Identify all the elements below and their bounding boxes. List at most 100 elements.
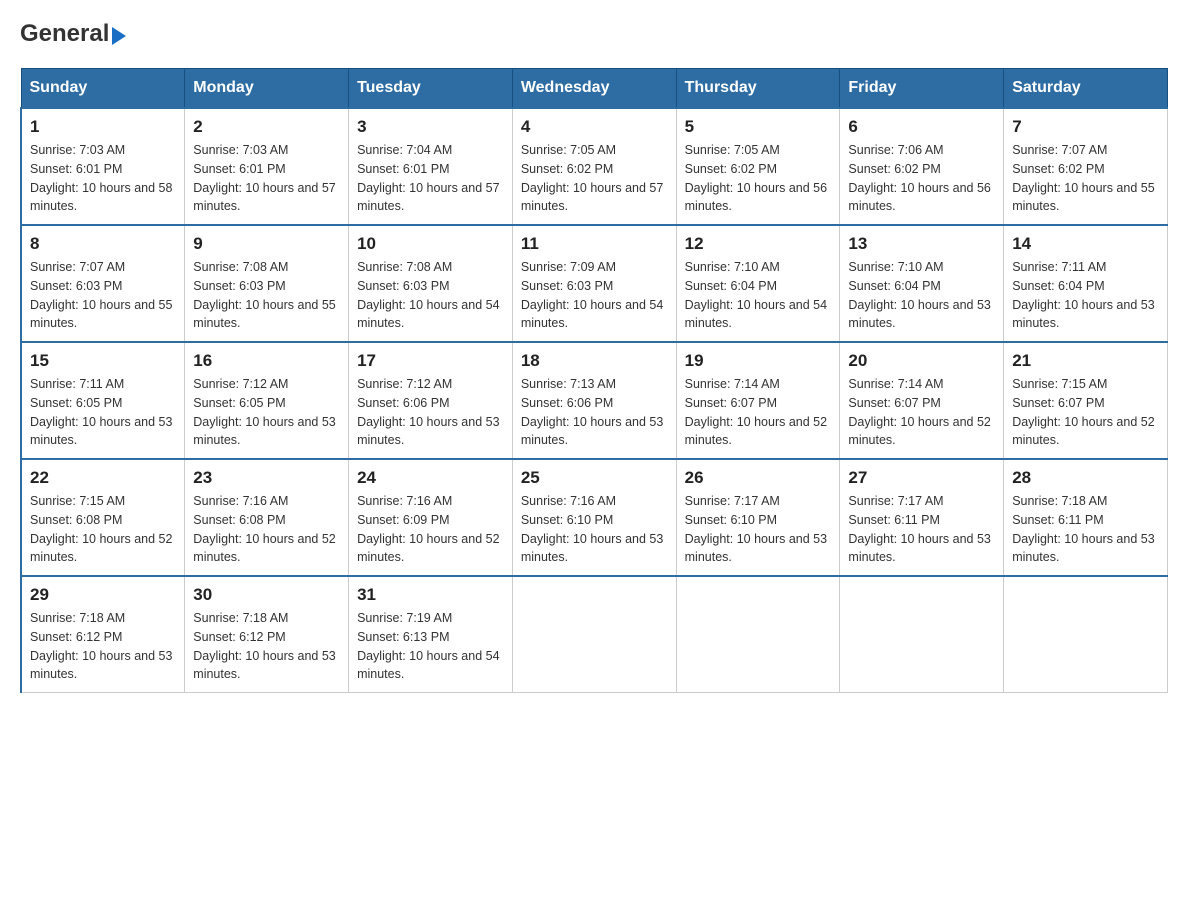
day-info: Sunrise: 7:11 AM Sunset: 6:04 PM Dayligh… <box>1012 258 1159 333</box>
day-number: 7 <box>1012 117 1159 137</box>
calendar-cell: 28 Sunrise: 7:18 AM Sunset: 6:11 PM Dayl… <box>1004 459 1168 576</box>
day-info: Sunrise: 7:16 AM Sunset: 6:10 PM Dayligh… <box>521 492 668 567</box>
calendar-cell: 4 Sunrise: 7:05 AM Sunset: 6:02 PM Dayli… <box>512 108 676 225</box>
header-day-saturday: Saturday <box>1004 69 1168 109</box>
calendar-cell: 13 Sunrise: 7:10 AM Sunset: 6:04 PM Dayl… <box>840 225 1004 342</box>
calendar-cell: 25 Sunrise: 7:16 AM Sunset: 6:10 PM Dayl… <box>512 459 676 576</box>
day-number: 21 <box>1012 351 1159 371</box>
day-number: 18 <box>521 351 668 371</box>
calendar-header: SundayMondayTuesdayWednesdayThursdayFrid… <box>21 69 1168 109</box>
day-number: 14 <box>1012 234 1159 254</box>
calendar-cell: 7 Sunrise: 7:07 AM Sunset: 6:02 PM Dayli… <box>1004 108 1168 225</box>
header-day-friday: Friday <box>840 69 1004 109</box>
day-info: Sunrise: 7:03 AM Sunset: 6:01 PM Dayligh… <box>193 141 340 216</box>
day-number: 31 <box>357 585 504 605</box>
day-number: 20 <box>848 351 995 371</box>
day-number: 22 <box>30 468 176 488</box>
day-info: Sunrise: 7:04 AM Sunset: 6:01 PM Dayligh… <box>357 141 504 216</box>
day-info: Sunrise: 7:07 AM Sunset: 6:03 PM Dayligh… <box>30 258 176 333</box>
calendar-cell: 19 Sunrise: 7:14 AM Sunset: 6:07 PM Dayl… <box>676 342 840 459</box>
calendar-cell: 22 Sunrise: 7:15 AM Sunset: 6:08 PM Dayl… <box>21 459 185 576</box>
calendar-body: 1 Sunrise: 7:03 AM Sunset: 6:01 PM Dayli… <box>21 108 1168 693</box>
day-number: 25 <box>521 468 668 488</box>
calendar-cell <box>840 576 1004 693</box>
day-info: Sunrise: 7:08 AM Sunset: 6:03 PM Dayligh… <box>357 258 504 333</box>
header-day-sunday: Sunday <box>21 69 185 109</box>
calendar-cell: 5 Sunrise: 7:05 AM Sunset: 6:02 PM Dayli… <box>676 108 840 225</box>
calendar-cell: 2 Sunrise: 7:03 AM Sunset: 6:01 PM Dayli… <box>185 108 349 225</box>
calendar-cell: 16 Sunrise: 7:12 AM Sunset: 6:05 PM Dayl… <box>185 342 349 459</box>
day-number: 2 <box>193 117 340 137</box>
day-number: 5 <box>685 117 832 137</box>
day-info: Sunrise: 7:05 AM Sunset: 6:02 PM Dayligh… <box>685 141 832 216</box>
calendar-cell: 17 Sunrise: 7:12 AM Sunset: 6:06 PM Dayl… <box>349 342 513 459</box>
day-number: 29 <box>30 585 176 605</box>
calendar-cell: 23 Sunrise: 7:16 AM Sunset: 6:08 PM Dayl… <box>185 459 349 576</box>
header-day-thursday: Thursday <box>676 69 840 109</box>
day-number: 27 <box>848 468 995 488</box>
calendar-cell: 14 Sunrise: 7:11 AM Sunset: 6:04 PM Dayl… <box>1004 225 1168 342</box>
header-day-monday: Monday <box>185 69 349 109</box>
day-number: 17 <box>357 351 504 371</box>
day-number: 26 <box>685 468 832 488</box>
day-number: 9 <box>193 234 340 254</box>
calendar-cell: 30 Sunrise: 7:18 AM Sunset: 6:12 PM Dayl… <box>185 576 349 693</box>
day-info: Sunrise: 7:12 AM Sunset: 6:06 PM Dayligh… <box>357 375 504 450</box>
day-info: Sunrise: 7:11 AM Sunset: 6:05 PM Dayligh… <box>30 375 176 450</box>
calendar-week-5: 29 Sunrise: 7:18 AM Sunset: 6:12 PM Dayl… <box>21 576 1168 693</box>
calendar-cell: 29 Sunrise: 7:18 AM Sunset: 6:12 PM Dayl… <box>21 576 185 693</box>
calendar-cell: 15 Sunrise: 7:11 AM Sunset: 6:05 PM Dayl… <box>21 342 185 459</box>
day-info: Sunrise: 7:15 AM Sunset: 6:08 PM Dayligh… <box>30 492 176 567</box>
day-number: 23 <box>193 468 340 488</box>
calendar-cell <box>676 576 840 693</box>
day-info: Sunrise: 7:10 AM Sunset: 6:04 PM Dayligh… <box>848 258 995 333</box>
day-number: 16 <box>193 351 340 371</box>
day-info: Sunrise: 7:10 AM Sunset: 6:04 PM Dayligh… <box>685 258 832 333</box>
calendar-cell: 21 Sunrise: 7:15 AM Sunset: 6:07 PM Dayl… <box>1004 342 1168 459</box>
calendar-cell: 11 Sunrise: 7:09 AM Sunset: 6:03 PM Dayl… <box>512 225 676 342</box>
day-info: Sunrise: 7:09 AM Sunset: 6:03 PM Dayligh… <box>521 258 668 333</box>
logo-arrow-icon <box>112 27 126 45</box>
calendar-cell: 1 Sunrise: 7:03 AM Sunset: 6:01 PM Dayli… <box>21 108 185 225</box>
day-number: 10 <box>357 234 504 254</box>
day-info: Sunrise: 7:18 AM Sunset: 6:11 PM Dayligh… <box>1012 492 1159 567</box>
day-info: Sunrise: 7:16 AM Sunset: 6:09 PM Dayligh… <box>357 492 504 567</box>
day-info: Sunrise: 7:14 AM Sunset: 6:07 PM Dayligh… <box>685 375 832 450</box>
day-number: 24 <box>357 468 504 488</box>
day-number: 4 <box>521 117 668 137</box>
day-number: 15 <box>30 351 176 371</box>
calendar-week-1: 1 Sunrise: 7:03 AM Sunset: 6:01 PM Dayli… <box>21 108 1168 225</box>
calendar-cell: 12 Sunrise: 7:10 AM Sunset: 6:04 PM Dayl… <box>676 225 840 342</box>
calendar-cell: 3 Sunrise: 7:04 AM Sunset: 6:01 PM Dayli… <box>349 108 513 225</box>
calendar-cell: 27 Sunrise: 7:17 AM Sunset: 6:11 PM Dayl… <box>840 459 1004 576</box>
day-info: Sunrise: 7:08 AM Sunset: 6:03 PM Dayligh… <box>193 258 340 333</box>
day-info: Sunrise: 7:07 AM Sunset: 6:02 PM Dayligh… <box>1012 141 1159 216</box>
calendar-week-2: 8 Sunrise: 7:07 AM Sunset: 6:03 PM Dayli… <box>21 225 1168 342</box>
day-number: 11 <box>521 234 668 254</box>
calendar-cell: 8 Sunrise: 7:07 AM Sunset: 6:03 PM Dayli… <box>21 225 185 342</box>
logo-general-text: General <box>20 20 109 48</box>
calendar-week-4: 22 Sunrise: 7:15 AM Sunset: 6:08 PM Dayl… <box>21 459 1168 576</box>
day-info: Sunrise: 7:19 AM Sunset: 6:13 PM Dayligh… <box>357 609 504 684</box>
day-number: 13 <box>848 234 995 254</box>
day-info: Sunrise: 7:12 AM Sunset: 6:05 PM Dayligh… <box>193 375 340 450</box>
day-info: Sunrise: 7:16 AM Sunset: 6:08 PM Dayligh… <box>193 492 340 567</box>
day-info: Sunrise: 7:17 AM Sunset: 6:10 PM Dayligh… <box>685 492 832 567</box>
day-info: Sunrise: 7:17 AM Sunset: 6:11 PM Dayligh… <box>848 492 995 567</box>
calendar-cell: 10 Sunrise: 7:08 AM Sunset: 6:03 PM Dayl… <box>349 225 513 342</box>
day-info: Sunrise: 7:18 AM Sunset: 6:12 PM Dayligh… <box>30 609 176 684</box>
page-header: General <box>20 20 1168 48</box>
day-number: 1 <box>30 117 176 137</box>
calendar-week-3: 15 Sunrise: 7:11 AM Sunset: 6:05 PM Dayl… <box>21 342 1168 459</box>
day-info: Sunrise: 7:13 AM Sunset: 6:06 PM Dayligh… <box>521 375 668 450</box>
calendar-cell <box>1004 576 1168 693</box>
day-number: 6 <box>848 117 995 137</box>
calendar-cell: 18 Sunrise: 7:13 AM Sunset: 6:06 PM Dayl… <box>512 342 676 459</box>
logo: General <box>20 20 126 48</box>
day-info: Sunrise: 7:03 AM Sunset: 6:01 PM Dayligh… <box>30 141 176 216</box>
day-info: Sunrise: 7:15 AM Sunset: 6:07 PM Dayligh… <box>1012 375 1159 450</box>
calendar-cell <box>512 576 676 693</box>
header-day-wednesday: Wednesday <box>512 69 676 109</box>
calendar-cell: 31 Sunrise: 7:19 AM Sunset: 6:13 PM Dayl… <box>349 576 513 693</box>
header-row: SundayMondayTuesdayWednesdayThursdayFrid… <box>21 69 1168 109</box>
